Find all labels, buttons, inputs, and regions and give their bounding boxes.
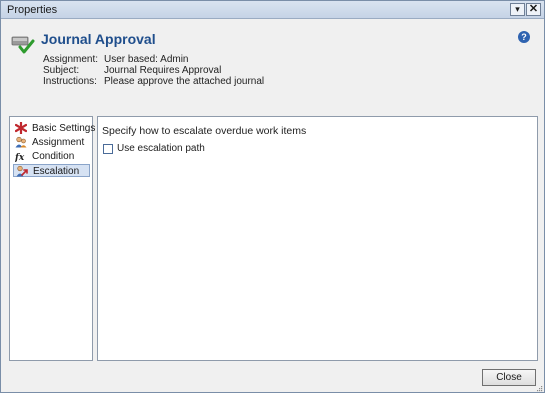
nav-item-assignment[interactable]: Assignment: [13, 136, 90, 149]
red-star-icon: [15, 122, 27, 134]
help-icon[interactable]: ?: [518, 31, 530, 43]
use-escalation-path-label[interactable]: Use escalation path: [117, 143, 205, 154]
nav-item-label: Assignment: [32, 137, 85, 148]
nav-item-basic-settings[interactable]: Basic Settings: [13, 122, 95, 135]
nav-item-condition[interactable]: fx Condition: [13, 150, 90, 163]
instructions-label: Instructions:: [43, 76, 97, 87]
subject-label: Subject:: [43, 65, 80, 76]
escalation-heading: Specify how to escalate overdue work ite…: [102, 125, 307, 137]
title-bar[interactable]: Properties ▾ ✕: [1, 1, 544, 19]
instructions-value: Please approve the attached journal: [104, 76, 265, 87]
nav-item-escalation[interactable]: Escalation: [13, 164, 90, 177]
settings-nav: Basic Settings Assignment fx Condition E…: [9, 116, 95, 361]
assignment-value: User based: Admin: [104, 54, 189, 65]
window-title: Properties: [7, 4, 58, 16]
window-close-button[interactable]: ✕: [526, 3, 541, 16]
window-menu-button[interactable]: ▾: [510, 3, 525, 16]
escalation-users-icon: [16, 165, 28, 177]
function-fx-icon: fx: [15, 153, 25, 162]
subject-value: Journal Requires Approval: [104, 65, 222, 76]
assignment-label: Assignment:: [43, 54, 99, 65]
resize-grip-icon[interactable]: [536, 385, 543, 392]
use-escalation-path-checkbox[interactable]: [103, 144, 113, 154]
escalation-panel: Specify how to escalate overdue work ite…: [97, 116, 538, 361]
properties-window: Properties ▾ ✕ Journal Approval ? Assign…: [0, 0, 545, 393]
nav-item-label: Basic Settings: [32, 123, 96, 134]
nav-item-label: Condition: [32, 151, 75, 162]
page-title: Journal Approval: [41, 31, 156, 47]
workflow-approval-check-icon: [11, 36, 35, 54]
users-icon: [15, 136, 27, 148]
svg-text:fx: fx: [15, 153, 25, 162]
close-button[interactable]: Close: [482, 369, 536, 386]
nav-item-label: Escalation: [33, 166, 80, 177]
header-panel: Journal Approval ? Assignment: User base…: [1, 20, 544, 92]
